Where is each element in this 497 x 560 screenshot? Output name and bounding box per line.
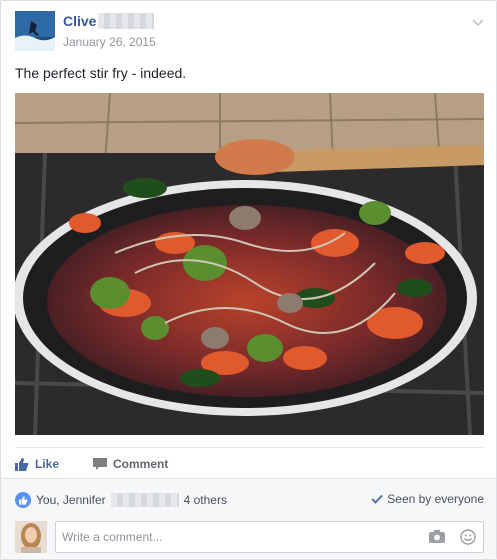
post-actions: Like Comment (15, 447, 484, 477)
check-icon (371, 494, 383, 504)
seen-by-everyone[interactable]: Seen by everyone (371, 492, 484, 506)
chevron-down-icon[interactable] (471, 15, 485, 27)
comment-composer (1, 518, 496, 559)
post-photo[interactable] (15, 93, 484, 435)
like-badge-icon (15, 492, 31, 508)
thumbs-up-icon (15, 457, 29, 471)
like-button[interactable]: Like (15, 457, 59, 471)
redacted-block (110, 493, 179, 507)
post-text: The perfect stir fry - indeed. (15, 65, 187, 81)
author-name[interactable]: Clive (63, 12, 155, 29)
likes-text-suffix: 4 others (183, 493, 227, 507)
post-card: Clive January 26, 2015 The perfect stir … (0, 0, 497, 560)
redacted-block (98, 12, 155, 29)
likes-bar: You, Jennifer 4 others Seen by everyone (1, 478, 496, 518)
likes-text-prefix: You, Jennifer (36, 493, 106, 507)
comment-label: Comment (113, 457, 169, 471)
camera-icon[interactable] (429, 530, 445, 543)
comment-input[interactable] (55, 521, 484, 553)
smiley-icon[interactable] (460, 529, 476, 545)
comment-button[interactable]: Comment (93, 457, 168, 471)
speech-bubble-icon (93, 457, 107, 470)
post-header: Clive January 26, 2015 (15, 11, 485, 55)
like-label: Like (35, 457, 60, 471)
commenter-avatar[interactable] (15, 521, 47, 553)
post-date[interactable]: January 26, 2015 (63, 35, 156, 49)
author-avatar[interactable] (15, 11, 55, 51)
seen-label: Seen by everyone (387, 492, 484, 506)
likes-summary[interactable]: You, Jennifer 4 others (15, 492, 227, 508)
